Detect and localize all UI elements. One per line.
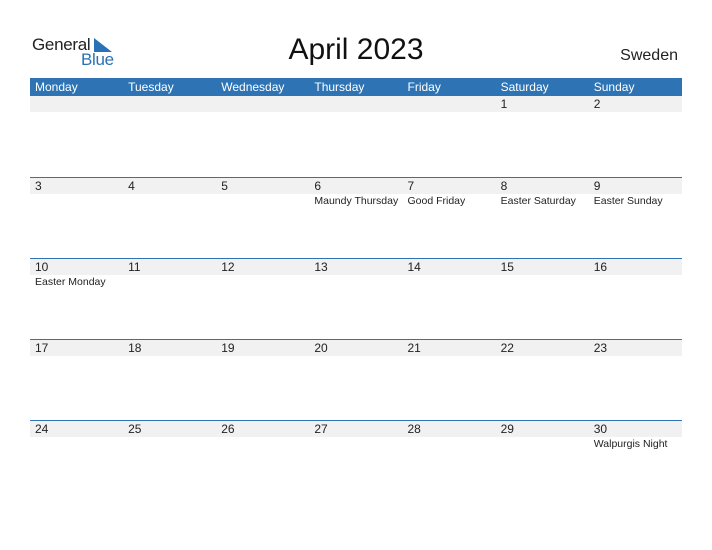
weekday-header: Monday Tuesday Wednesday Thursday Friday… [30,78,682,96]
day-number: 7 [407,179,415,193]
day-number [408,96,496,112]
week-cells: 10 Easter Monday 11 12 13 14 15 16 [30,259,682,339]
day-cell: 16 [589,259,682,339]
day-number: 10 [35,260,49,274]
day-cell: 5 [216,178,309,258]
day-number: 1 [500,97,508,111]
day-number [35,96,123,112]
day-cell: 17 [30,340,123,420]
day-number: 13 [314,260,328,274]
day-number: 8 [500,179,508,193]
week-row: 17 18 19 20 21 22 23 [30,339,682,421]
holiday-label: Easter Sunday [593,195,663,207]
day-number: 19 [221,341,235,355]
day-cell: 13 [309,259,402,339]
day-cell: 20 [309,340,402,420]
day-number: 5 [221,179,228,193]
day-number [128,96,216,112]
day-cell: 1 [496,96,589,176]
holiday-label: Maundy Thursday [314,195,399,207]
week-row: 10 Easter Monday 11 12 13 14 15 16 [30,258,682,340]
day-number: 20 [314,341,328,355]
day-cell: 29 [496,421,589,501]
day-number: 24 [35,422,49,436]
day-number: 12 [221,260,235,274]
weekday-sunday: Sunday [593,80,635,94]
day-number: 9 [593,179,601,193]
country-label: Sweden [620,47,678,64]
day-cell: 14 [403,259,496,339]
weekday-monday: Monday [35,80,78,94]
day-cell: 23 [589,340,682,420]
day-number [221,96,309,112]
day-cell [403,96,496,176]
week-cells: 12 [30,96,682,176]
holiday-label: Walpurgis Night [593,438,668,450]
week-row: 12 [30,96,682,177]
day-cell: 25 [123,421,216,501]
day-number [314,96,402,112]
day-number: 25 [128,422,142,436]
day-number: 22 [500,341,514,355]
day-cell [216,96,309,176]
day-number: 21 [407,341,421,355]
week-cells: 17 18 19 20 21 22 23 [30,340,682,420]
day-cell: 26 [216,421,309,501]
holiday-label: Good Friday [407,195,466,207]
day-number: 16 [593,260,608,274]
day-number: 17 [35,341,49,355]
day-number: 2 [593,97,601,111]
day-number: 23 [593,341,608,355]
day-cell: 9 Easter Sunday [589,178,682,258]
day-cell: 12 [216,259,309,339]
day-cell: 8 Easter Saturday [496,178,589,258]
week-cells: 3 4 5 6 Maundy Thursday 7 Good Friday 8 Easter S… [30,178,682,258]
day-cell: 28 [403,421,496,501]
day-cell: 2 [589,96,682,176]
day-number: 30 [593,422,608,436]
day-cell: 19 [216,340,309,420]
day-number: 3 [35,179,42,193]
day-number: 18 [128,341,142,355]
day-cell: 6 Maundy Thursday [309,178,402,258]
day-cell: 3 [30,178,123,258]
weekday-tuesday: Tuesday [128,80,174,94]
day-cell: 7 Good Friday [403,178,496,258]
week-row: 24 25 26 27 28 29 30 Walpurgis Night [30,420,682,502]
day-cell: 4 [123,178,216,258]
day-cell: 10 Easter Monday [30,259,123,339]
day-cell [30,96,123,176]
weekday-thursday: Thursday [314,80,365,94]
day-number: 6 [314,179,322,193]
day-number: 27 [314,422,328,436]
holiday-label: Easter Monday [35,276,106,288]
day-cell: 30 Walpurgis Night [589,421,682,501]
day-cell: 24 [30,421,123,501]
day-cell: 18 [123,340,216,420]
day-number: 29 [500,422,514,436]
day-cell [123,96,216,176]
weekday-wednesday: Wednesday [221,80,285,94]
day-number: 11 [128,260,141,274]
day-number: 15 [500,260,514,274]
day-cell: 11 [123,259,216,339]
weekday-friday: Friday [407,80,441,94]
day-number: 26 [221,422,235,436]
weekday-saturday: Saturday [500,80,549,94]
week-row: 3 4 5 6 Maundy Thursday 7 Good Friday 8 Easter S… [30,177,682,259]
day-number: 14 [407,260,421,274]
day-cell: 27 [309,421,402,501]
calendar-title: April 2023 [288,33,424,66]
week-cells: 24 25 26 27 28 29 30 Walpurgis Night [30,421,682,501]
day-cell: 15 [496,259,589,339]
day-cell: 22 [496,340,589,420]
day-cell: 21 [403,340,496,420]
day-number: 4 [128,179,135,193]
day-cell [309,96,402,176]
holiday-label: Easter Saturday [500,195,576,207]
day-number: 28 [407,422,421,436]
